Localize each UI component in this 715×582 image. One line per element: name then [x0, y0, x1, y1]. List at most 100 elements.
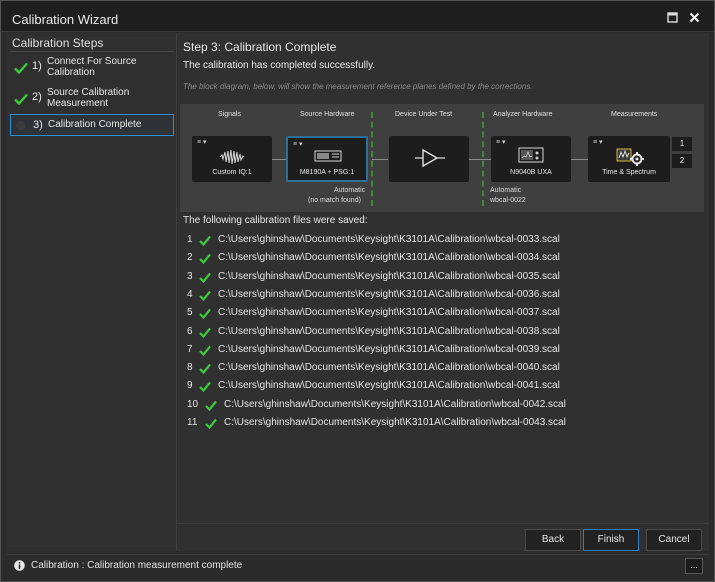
- list-item: 3 C:\Users\ghinshaw\Documents\Keysight\K3…: [177, 269, 697, 287]
- instrument-icon: [314, 150, 342, 162]
- check-icon: [14, 93, 28, 105]
- back-button[interactable]: Back: [525, 529, 581, 551]
- check-icon: [199, 272, 211, 283]
- file-path: C:\Users\ghinshaw\Documents\Keysight\K31…: [224, 417, 566, 428]
- status-message: Calibration : Calibration measurement co…: [31, 560, 243, 571]
- file-index: 2: [187, 252, 193, 264]
- calibration-steps-heading: Calibration Steps: [12, 36, 104, 50]
- step-connect-for-source-calibration[interactable]: 1) Connect For Source Calibration: [10, 55, 174, 81]
- file-path: C:\Users\ghinshaw\Documents\Keysight\K31…: [218, 380, 560, 392]
- file-path: C:\Users\ghinshaw\Documents\Keysight\K31…: [218, 270, 560, 282]
- column-label-source-hardware: Source Hardware: [300, 111, 355, 118]
- measurement-port-2[interactable]: 2: [672, 154, 692, 168]
- step-calibration-complete[interactable]: 3) Calibration Complete: [10, 114, 174, 136]
- file-path: C:\Users\ghinshaw\Documents\Keysight\K31…: [218, 325, 560, 337]
- list-item: 4 C:\Users\ghinshaw\Documents\Keysight\K3…: [177, 287, 697, 305]
- check-icon: [199, 363, 211, 375]
- column-label-device-under-test: Device Under Test: [395, 111, 453, 118]
- signal-block[interactable]: ≡ ▾ Custom IQ:1: [192, 136, 272, 182]
- device-under-test-block[interactable]: [389, 136, 469, 182]
- list-item: 1 C:\Users\ghinshaw\Documents\Keysight\K3…: [177, 232, 697, 250]
- list-item: 5 C:\Users\ghinshaw\Documents\Keysight\K3…: [177, 305, 697, 323]
- block-menu-icon[interactable]: ≡ ▾: [593, 138, 603, 146]
- file-index: 1: [187, 234, 193, 245]
- page-title: Step 3: Calibration Complete: [183, 40, 337, 54]
- column-label-measurements: Measurements: [611, 111, 658, 118]
- check-icon: [199, 382, 211, 393]
- saved-files-heading: The following calibration files were sav…: [183, 215, 368, 226]
- step-label: Calibration Complete: [48, 119, 142, 130]
- check-icon: [199, 345, 211, 356]
- source-match-detail: (no match found): [308, 197, 361, 204]
- list-item: 8 C:\Users\ghinshaw\Documents\Keysight\K3…: [177, 360, 697, 378]
- file-path: C:\Users\ghinshaw\Documents\Keysight\K31…: [218, 234, 560, 245]
- block-menu-icon[interactable]: ≡ ▾: [496, 138, 506, 146]
- measurement-name: Time & Spectrum: [602, 169, 656, 176]
- file-index: 5: [187, 307, 193, 319]
- source-name: M8190A + PSG:1: [299, 169, 355, 176]
- check-icon: [199, 308, 211, 320]
- check-icon: [14, 62, 28, 74]
- file-path: C:\Users\ghinshaw\Documents\Keysight\K31…: [224, 398, 566, 410]
- file-index: 7: [187, 343, 193, 355]
- source-hardware-block[interactable]: ≡ ▾ M8190A + PSG:1: [286, 136, 368, 182]
- block-diagram: Signals Source Hardware Device Under Tes…: [180, 104, 704, 212]
- analyzer-match-detail: wbcal-0022: [490, 197, 526, 204]
- file-path: C:\Users\ghinshaw\Documents\Keysight\K31…: [218, 307, 560, 319]
- file-index: 6: [187, 325, 193, 337]
- more-options-button[interactable]: ...: [685, 558, 703, 574]
- analyzer-name: N9040B UXA: [510, 169, 552, 176]
- source-match-status: Automatic: [334, 187, 366, 194]
- success-message: The calibration has completed successful…: [183, 60, 376, 71]
- calibration-steps-panel: Calibration Steps 1) Connect For Source …: [7, 33, 177, 551]
- step-label: Source Calibration Measurement: [47, 87, 130, 109]
- measurement-port-1[interactable]: 1: [672, 137, 692, 151]
- file-index: 9: [187, 380, 193, 392]
- analyzer-hardware-block[interactable]: ≡ ▾ N9040B UXA: [491, 136, 571, 182]
- check-icon: [199, 290, 211, 301]
- file-path: C:\Users\ghinshaw\Documents\Keysight\K31…: [218, 252, 560, 264]
- cancel-button[interactable]: Cancel: [646, 529, 702, 551]
- list-item: 6 C:\Users\ghinshaw\Documents\Keysight\K3…: [177, 324, 697, 342]
- file-index: 10: [187, 398, 199, 410]
- file-index: 8: [187, 362, 193, 374]
- list-item: 11 C:\Users\ghinshaw\Documents\Keysight\K…: [177, 415, 697, 433]
- signal-wire: [372, 159, 388, 160]
- signal-wire: [571, 159, 588, 160]
- check-icon: [199, 254, 211, 265]
- divider: [177, 523, 709, 524]
- step-label: Connect For Source Calibration: [47, 56, 137, 78]
- list-item: 9 C:\Users\ghinshaw\Documents\Keysight\K3…: [177, 378, 697, 396]
- file-path: C:\Users\ghinshaw\Documents\Keysight\K31…: [218, 343, 560, 355]
- file-index: 11: [187, 417, 198, 428]
- check-icon: [205, 418, 217, 429]
- file-path: C:\Users\ghinshaw\Documents\Keysight\K31…: [218, 362, 560, 374]
- close-icon[interactable]: [689, 12, 700, 23]
- file-path: C:\Users\ghinshaw\Documents\Keysight\K31…: [218, 288, 560, 300]
- step-source-calibration-measurement[interactable]: 2) Source Calibration Measurement: [10, 86, 174, 112]
- maximize-icon[interactable]: [667, 12, 678, 23]
- window-title: Calibration Wizard: [12, 12, 119, 27]
- amplifier-icon: [415, 148, 445, 168]
- block-menu-icon[interactable]: ≡ ▾: [293, 140, 303, 148]
- check-icon: [199, 235, 211, 246]
- file-index: 3: [187, 270, 193, 282]
- step-content-panel: Step 3: Calibration Complete The calibra…: [177, 33, 709, 551]
- signal-wire: [272, 159, 286, 160]
- waveform-icon: [219, 149, 245, 165]
- title-bar: Calibration Wizard: [1, 1, 714, 32]
- step-number: 2): [32, 91, 42, 103]
- status-bar: Calibration : Calibration measurement co…: [7, 554, 709, 576]
- calibration-wizard-window: Calibration Wizard Calibration Steps 1) …: [0, 0, 715, 582]
- list-item: 2 C:\Users\ghinshaw\Documents\Keysight\K3…: [177, 250, 697, 268]
- block-menu-icon[interactable]: ≡ ▾: [197, 138, 207, 146]
- finish-button[interactable]: Finish: [583, 529, 639, 551]
- step-number: 1): [32, 60, 42, 72]
- signal-name: Custom IQ:1: [212, 169, 252, 176]
- measurement-block[interactable]: ≡ ▾ Time & Spectrum: [588, 136, 670, 182]
- file-index: 4: [187, 288, 193, 300]
- measurement-settings-icon: [616, 148, 644, 166]
- check-icon: [199, 327, 211, 338]
- divider: [10, 51, 174, 52]
- analyzer-match-status: Automatic: [490, 187, 522, 194]
